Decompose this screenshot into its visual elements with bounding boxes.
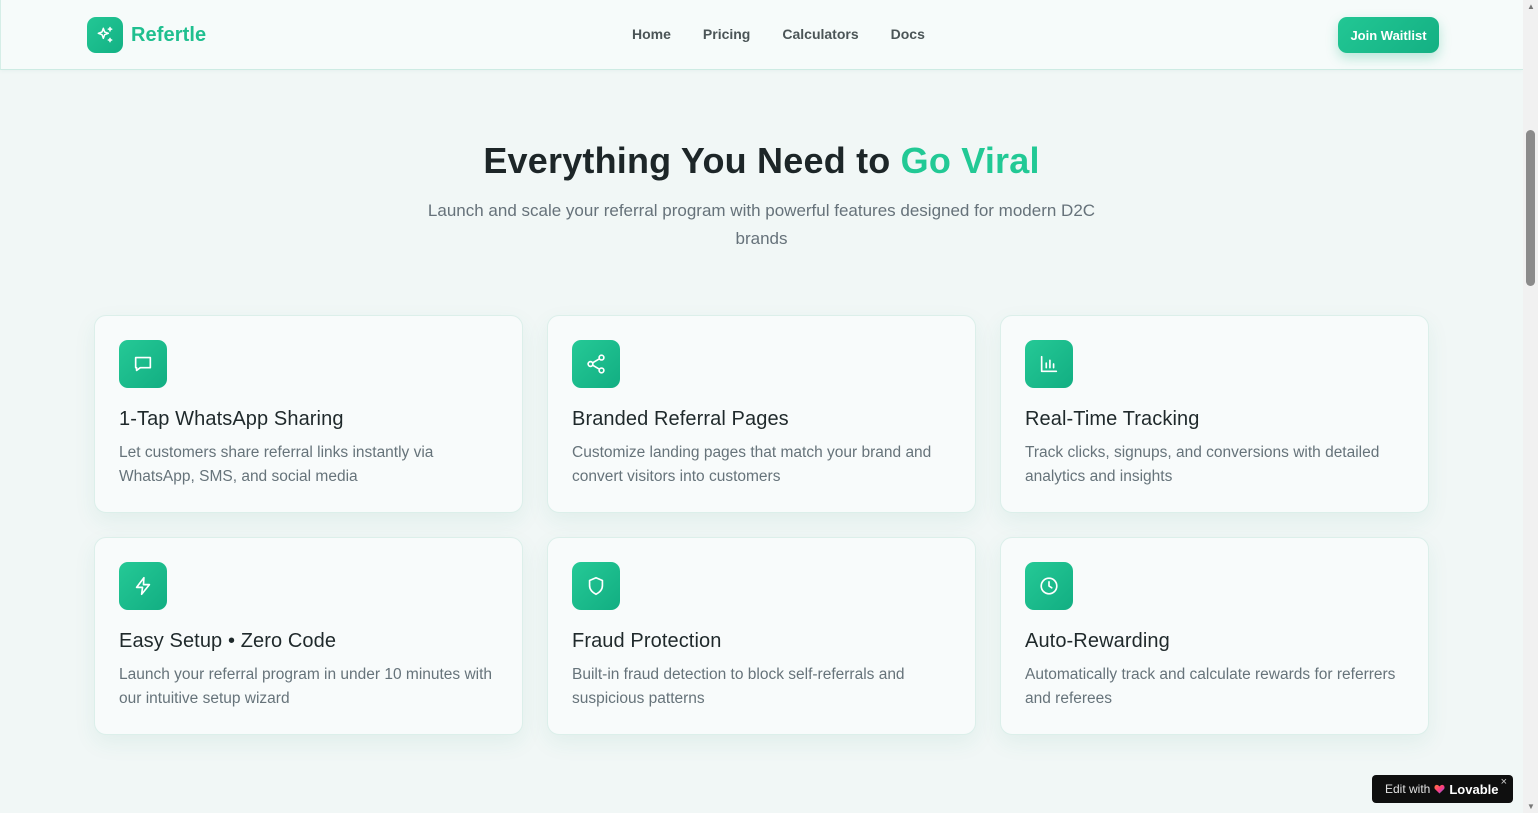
feature-title: Branded Referral Pages: [572, 408, 789, 430]
section-subtitle: Launch and scale your referral program w…: [427, 201, 1096, 248]
nav-pricing[interactable]: Pricing: [703, 26, 750, 42]
feature-title: Fraud Protection: [572, 630, 722, 652]
brand-logo[interactable]: Refertle: [87, 17, 206, 53]
feature-title: 1-Tap WhatsApp Sharing: [119, 408, 344, 430]
feature-description: Track clicks, signups, and conversions w…: [1025, 444, 1380, 485]
edit-with-lovable-badge[interactable]: Edit with Lovable ×: [1372, 775, 1513, 803]
badge-prefix: Edit with: [1385, 782, 1431, 796]
scrollbar[interactable]: ▲ ▼: [1523, 0, 1538, 813]
main-nav: Home Pricing Calculators Docs: [632, 26, 925, 42]
feature-card-setup: Easy Setup • Zero Code Launch your refer…: [94, 537, 523, 735]
page: Refertle Home Pricing Calculators Docs J…: [0, 0, 1523, 813]
nav-docs[interactable]: Docs: [891, 26, 925, 42]
scroll-down-icon[interactable]: ▼: [1527, 802, 1535, 811]
feature-description: Launch your referral program in under 10…: [119, 666, 493, 707]
feature-card-rewarding: Auto-Rewarding Automatically track and c…: [1000, 537, 1429, 735]
feature-card-branded-pages: Branded Referral Pages Customize landing…: [547, 315, 976, 513]
features-grid: 1-Tap WhatsApp Sharing Let customers sha…: [94, 315, 1430, 735]
scroll-up-icon[interactable]: ▲: [1527, 2, 1535, 11]
feature-card-tracking: Real-Time Tracking Track clicks, signups…: [1000, 315, 1429, 513]
feature-title: Easy Setup • Zero Code: [119, 630, 337, 652]
nav-home[interactable]: Home: [632, 26, 671, 42]
brand-name: Refertle: [131, 23, 207, 46]
section-title-main: Everything You Need to: [483, 140, 891, 181]
clock-icon: [1025, 562, 1073, 610]
feature-card-whatsapp: 1-Tap WhatsApp Sharing Let customers sha…: [94, 315, 523, 513]
badge-brand: Lovable: [1449, 781, 1499, 797]
join-waitlist-button[interactable]: Join Waitlist: [1338, 17, 1439, 53]
feature-card-fraud: Fraud Protection Built-in fraud detectio…: [547, 537, 976, 735]
section-title-accent: Go Viral: [900, 140, 1040, 181]
feature-description: Customize landing pages that match your …: [572, 444, 932, 485]
feature-description: Let customers share referral links insta…: [119, 444, 434, 485]
site-header: Refertle Home Pricing Calculators Docs J…: [0, 0, 1523, 70]
feature-title: Auto-Rewarding: [1025, 630, 1170, 652]
feature-description: Automatically track and calculate reward…: [1025, 666, 1396, 707]
lightning-icon: [119, 562, 167, 610]
feature-title: Real-Time Tracking: [1025, 408, 1200, 430]
section-title: Everything You Need to Go Viral: [0, 140, 1523, 182]
message-square-icon: [119, 340, 167, 388]
scrollbar-thumb[interactable]: [1526, 130, 1535, 286]
share-icon: [572, 340, 620, 388]
sparkles-icon: [87, 17, 123, 53]
bar-chart-icon: [1025, 340, 1073, 388]
lovable-heart-icon: [1434, 784, 1445, 794]
nav-calculators[interactable]: Calculators: [782, 26, 858, 42]
shield-icon: [572, 562, 620, 610]
feature-description: Built-in fraud detection to block self-r…: [572, 666, 905, 707]
close-icon[interactable]: ×: [1501, 776, 1507, 788]
